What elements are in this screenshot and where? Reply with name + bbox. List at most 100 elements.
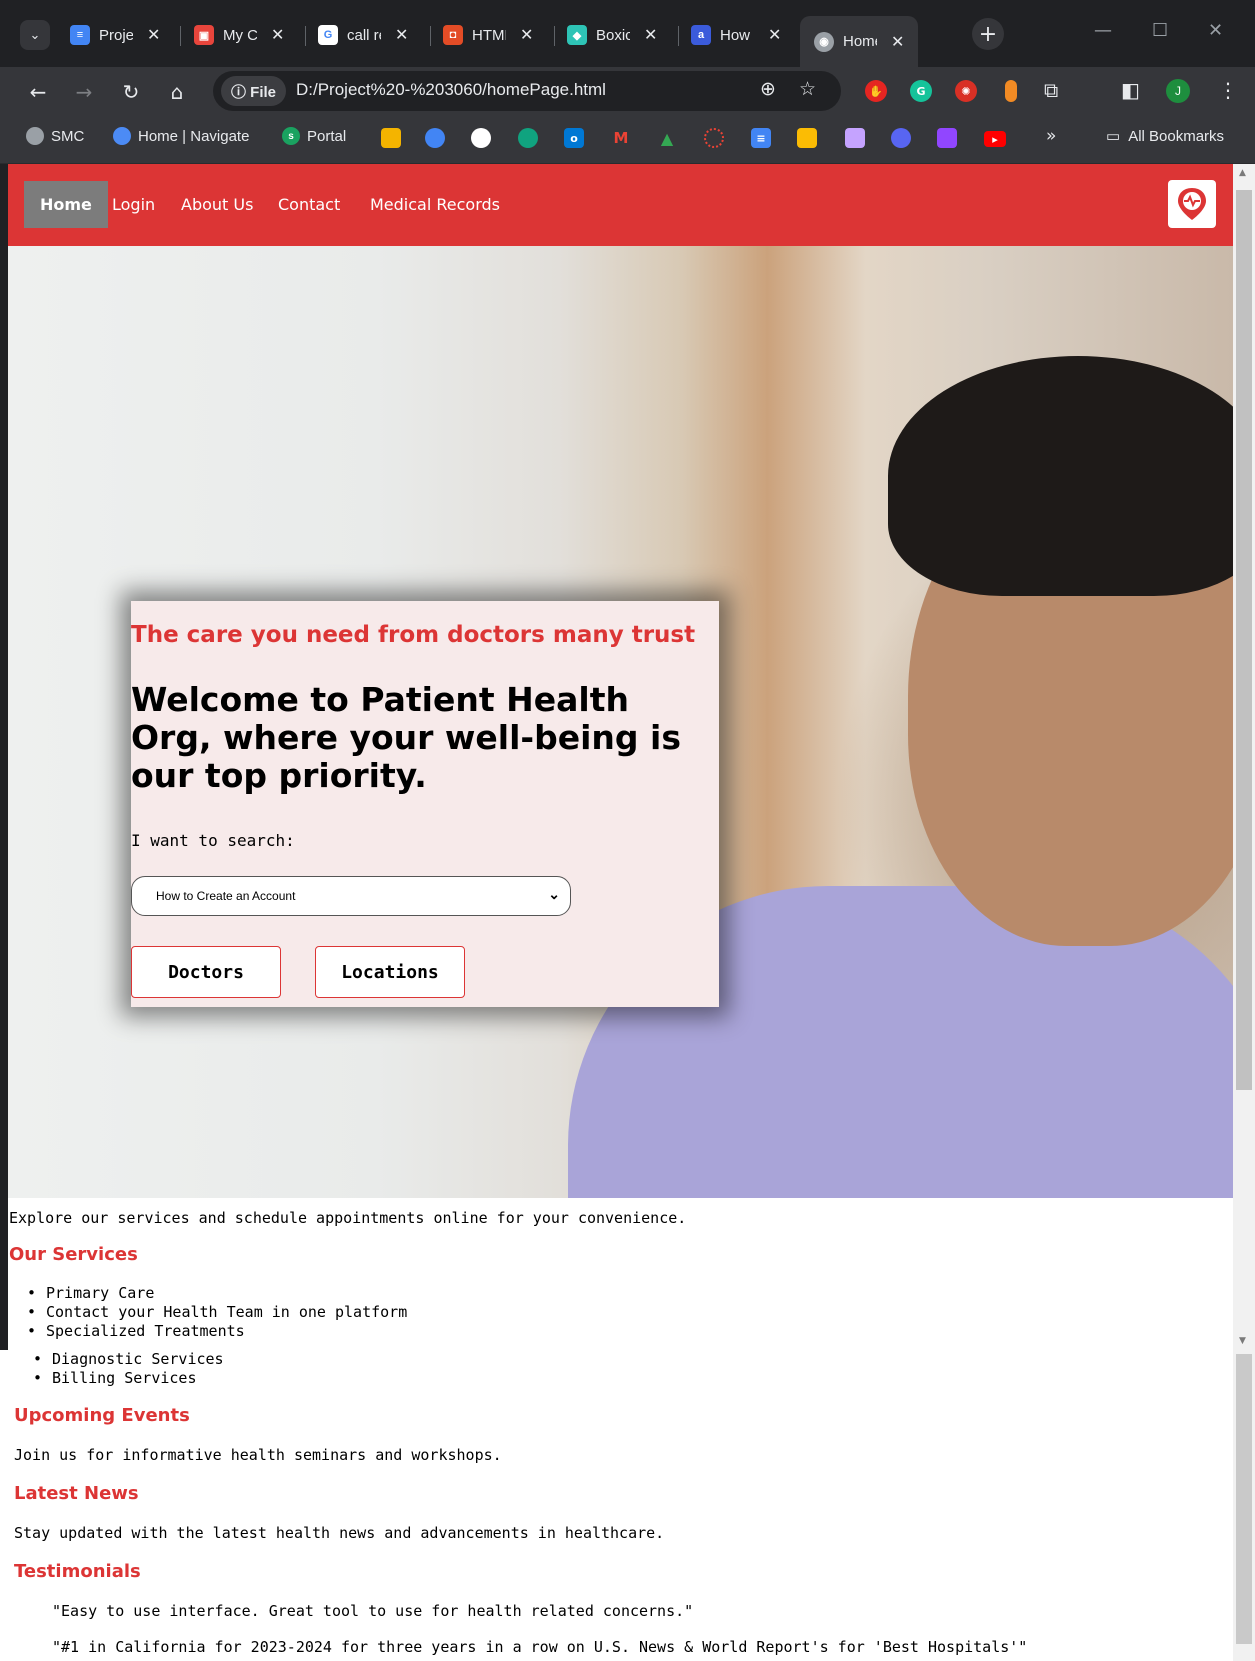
close-tab-icon[interactable]: ✕ <box>395 25 408 45</box>
testimonial-quote: "Easy to use interface. Great tool to us… <box>52 1602 694 1620</box>
close-window-icon[interactable]: ✕ <box>1208 20 1223 41</box>
ublock-extension-icon[interactable]: ✋ <box>865 80 887 102</box>
all-bookmarks-folder[interactable]: ▭ All Bookmarks <box>1106 127 1224 146</box>
bookmark-portal[interactable]: s Portal <box>282 127 346 145</box>
browser-tab[interactable]: ▣ My Cal ✕ <box>194 18 284 52</box>
browser-tab-active[interactable]: ◉ Home ✕ <box>800 16 919 67</box>
select-value: How to Create an Account <box>156 889 296 903</box>
menu-kebab-icon[interactable]: ⋮ <box>1218 78 1238 102</box>
doctors-button[interactable]: Doctors <box>131 946 281 998</box>
bookmark-icon[interactable] <box>845 128 865 148</box>
bookmark-star-icon[interactable]: ☆ <box>799 78 816 100</box>
youtube-icon[interactable]: ▸ <box>984 131 1006 147</box>
news-heading: Latest News <box>14 1483 139 1504</box>
discord-icon[interactable] <box>891 128 911 148</box>
scrollbar-thumb[interactable] <box>1236 190 1252 1090</box>
google-icon: G <box>318 25 338 45</box>
forward-arrow-icon[interactable]: → <box>70 78 98 106</box>
tab-title: call re <box>347 26 381 44</box>
extension-icon[interactable] <box>1005 80 1017 102</box>
globe-icon <box>26 127 44 145</box>
bookmark-icon[interactable] <box>704 128 724 148</box>
nav-contact[interactable]: Contact <box>262 181 356 228</box>
new-tab-button[interactable]: + <box>972 18 1004 50</box>
profile-avatar[interactable]: J <box>1166 79 1190 103</box>
close-tab-icon[interactable]: ✕ <box>891 32 904 52</box>
bookmark-icon[interactable] <box>381 128 401 148</box>
site-logo[interactable] <box>1168 180 1216 228</box>
site-info-chip[interactable]: ⓘ File <box>221 76 287 106</box>
browser-tab[interactable]: ≡ Project ✕ <box>70 18 160 52</box>
bookmark-smc[interactable]: SMC <box>26 127 84 145</box>
scroll-down-icon[interactable]: ▼ <box>1239 1336 1246 1346</box>
side-panel-icon[interactable]: ◧ <box>1121 78 1140 102</box>
bookmark-label: Portal <box>307 127 347 145</box>
more-bookmarks-icon[interactable]: » <box>1046 126 1056 146</box>
maximize-icon[interactable]: ☐ <box>1152 20 1168 41</box>
close-tab-icon[interactable]: ✕ <box>147 25 160 45</box>
nav-medical-records[interactable]: Medical Records <box>354 181 516 228</box>
browser-tab[interactable]: ◆ Boxicons ✕ <box>567 18 657 52</box>
bookmark-home-navigate[interactable]: Home | Navigate <box>113 127 249 145</box>
tab-title: How t <box>720 26 754 44</box>
close-tab-icon[interactable]: ✕ <box>520 25 533 45</box>
list-item: Primary Care <box>27 1284 154 1303</box>
boxicons-icon: ◆ <box>567 25 587 45</box>
github-icon[interactable] <box>471 128 491 148</box>
tab-title: Project <box>99 26 133 44</box>
search-label: I want to search: <box>131 831 295 850</box>
google-drive-icon[interactable]: ▲ <box>657 128 677 148</box>
minimize-icon[interactable]: — <box>1094 20 1112 41</box>
bookmark-label: Home | Navigate <box>138 127 250 145</box>
google-slides-icon[interactable] <box>797 128 817 148</box>
html5-icon: ◘ <box>443 25 463 45</box>
events-heading: Upcoming Events <box>14 1405 190 1426</box>
nav-about-us[interactable]: About Us <box>165 181 269 228</box>
page-scrollbar-lower[interactable] <box>1233 1350 1255 1661</box>
calendar-icon: ▣ <box>194 25 214 45</box>
locations-button[interactable]: Locations <box>315 946 465 998</box>
testimonial-quote: "#1 in California for 2023-2024 for thre… <box>52 1638 1028 1656</box>
health-pin-icon <box>1178 188 1206 220</box>
portal-icon: s <box>282 127 300 145</box>
close-tab-icon[interactable]: ✕ <box>271 25 284 45</box>
close-tab-icon[interactable]: ✕ <box>644 25 657 45</box>
twitch-icon[interactable] <box>937 128 957 148</box>
scroll-up-icon[interactable]: ▲ <box>1239 168 1246 178</box>
list-item: Contact your Health Team in one platform <box>27 1303 407 1322</box>
reload-icon[interactable]: ↻ <box>117 78 145 106</box>
outlook-icon[interactable]: o <box>564 128 584 148</box>
nav-login[interactable]: Login <box>96 181 171 228</box>
home-icon[interactable]: ⌂ <box>163 78 191 106</box>
list-item: Billing Services <box>33 1369 196 1388</box>
page-viewport: Home Login About Us Contact Medical Reco… <box>0 164 1233 1350</box>
url-text[interactable]: D:/Project%20-%203060/homePage.html <box>296 80 606 100</box>
search-topic-select[interactable]: How to Create an Account ⌄ <box>131 876 571 916</box>
news-text: Stay updated with the latest health news… <box>14 1524 665 1542</box>
tab-search-chevron-icon[interactable]: ⌄ <box>20 20 50 50</box>
site-a-icon: a <box>691 25 711 45</box>
close-tab-icon[interactable]: ✕ <box>768 25 781 45</box>
browser-tab[interactable]: G call re ✕ <box>318 18 408 52</box>
extension-icon[interactable]: ✺ <box>955 80 977 102</box>
extensions-puzzle-icon[interactable]: ⧉ <box>1044 78 1058 102</box>
page-scrollbar[interactable]: ▲ ▼ <box>1233 164 1255 1350</box>
bookmark-icon[interactable] <box>425 128 445 148</box>
gmail-icon[interactable]: M <box>611 128 631 148</box>
grammarly-extension-icon[interactable]: G <box>910 80 932 102</box>
services-heading: Our Services <box>9 1244 138 1265</box>
intro-text: Explore our services and schedule appoin… <box>9 1209 687 1227</box>
browser-tab[interactable]: ◘ HTML ✕ <box>443 18 533 52</box>
bookmark-label: SMC <box>51 127 85 145</box>
browser-tab[interactable]: a How t ✕ <box>691 18 781 52</box>
testimonials-heading: Testimonials <box>14 1561 141 1582</box>
tab-title: Boxicons <box>596 26 630 44</box>
back-arrow-icon[interactable]: ← <box>24 78 52 106</box>
google-docs-icon[interactable]: ≡ <box>751 128 771 148</box>
navigate-icon <box>113 127 131 145</box>
zoom-icon[interactable]: ⊕ <box>760 78 776 100</box>
site-navbar: Home Login About Us Contact Medical Reco… <box>8 164 1233 246</box>
scrollbar-thumb[interactable] <box>1236 1354 1252 1644</box>
chatgpt-icon[interactable] <box>518 128 538 148</box>
tab-title: HTML <box>472 26 506 44</box>
